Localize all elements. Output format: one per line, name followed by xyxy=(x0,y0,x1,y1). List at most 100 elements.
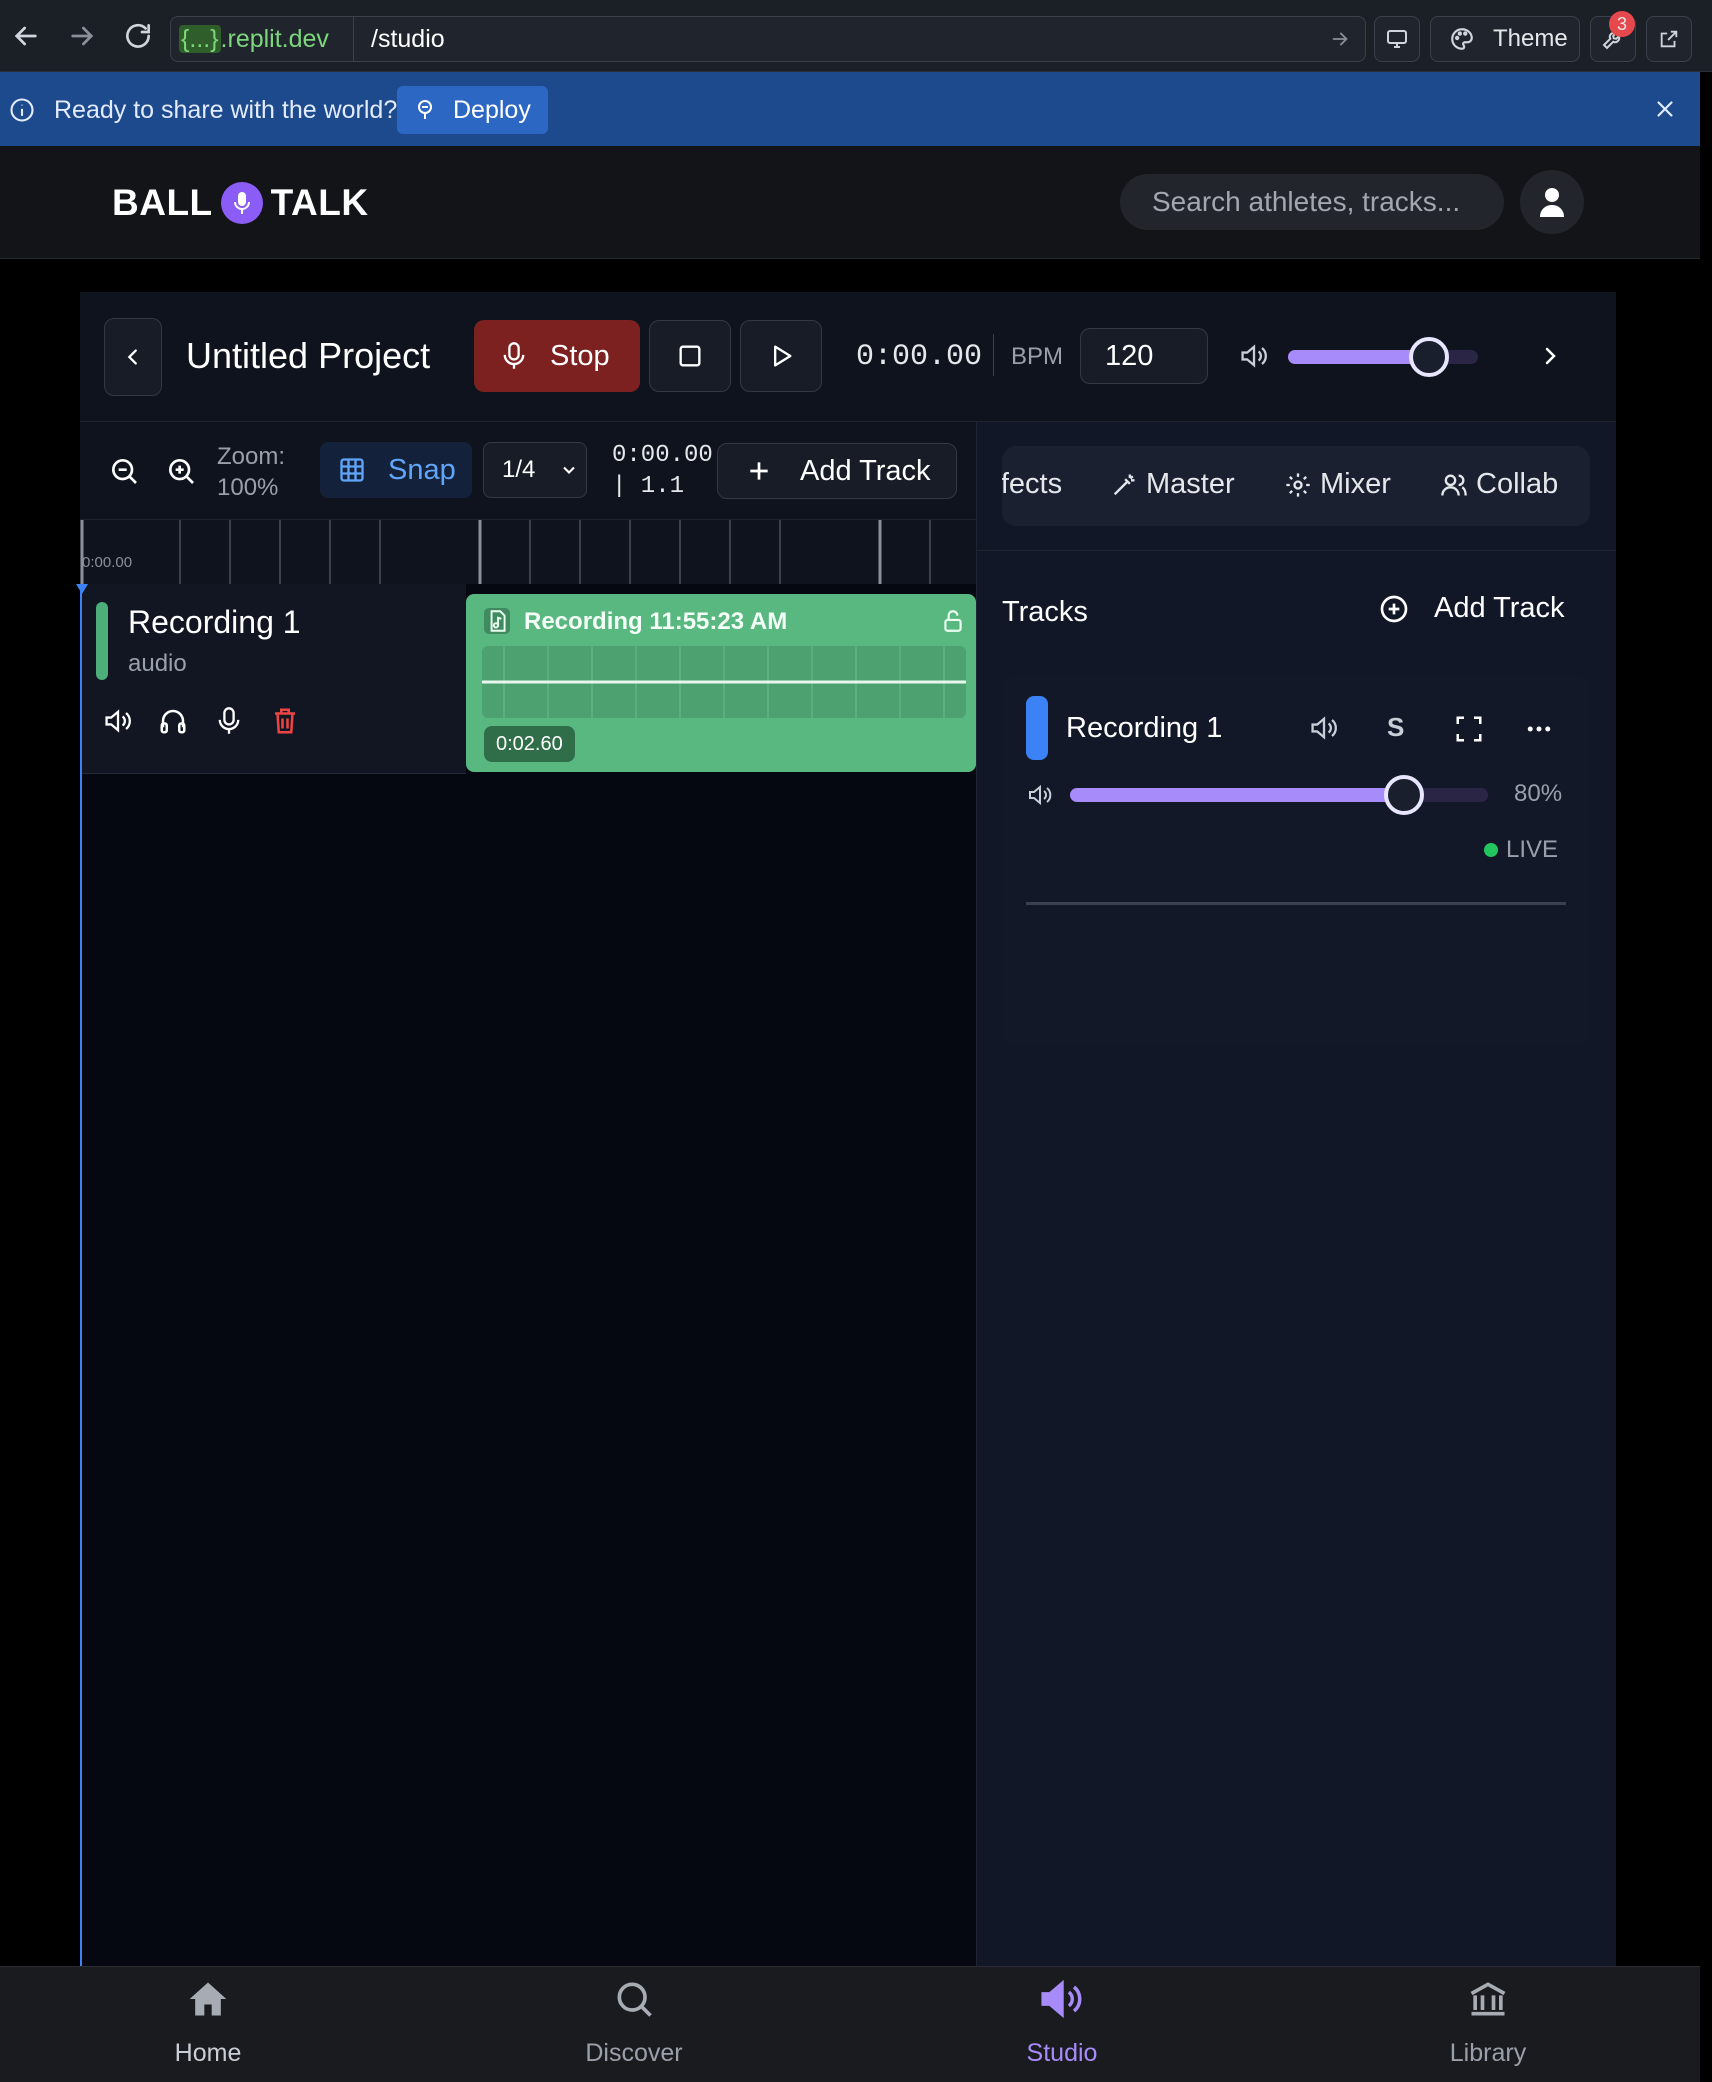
tab-mixer[interactable]: Mixer xyxy=(1284,468,1391,501)
logo-text-left: BALL xyxy=(112,182,213,223)
notification-badge: 3 xyxy=(1609,11,1635,37)
audio-clip[interactable]: Recording 11:55:23 AM 0:02.60 xyxy=(466,594,976,772)
more-icon[interactable] xyxy=(1524,714,1554,744)
nav-discover[interactable]: Discover xyxy=(554,1977,714,2077)
devices-button[interactable] xyxy=(1374,16,1420,62)
nav-library-label: Library xyxy=(1449,2039,1527,2067)
chevron-right-icon[interactable] xyxy=(1538,344,1562,368)
mixer-volume-icon xyxy=(1026,782,1054,808)
project-title[interactable]: Untitled Project xyxy=(186,335,430,377)
logo-text-right: TALK xyxy=(270,182,369,223)
level-meter xyxy=(1026,902,1566,905)
gear-icon xyxy=(1284,471,1312,499)
time-display: 0:00.00 xyxy=(856,340,983,374)
stop-recording-button[interactable]: Stop xyxy=(474,320,640,392)
bpm-input[interactable]: 120 xyxy=(1080,328,1208,384)
zoom-in-icon[interactable] xyxy=(165,455,197,487)
add-track-button[interactable]: Add Track xyxy=(717,443,957,499)
go-arrow-icon[interactable] xyxy=(1329,28,1351,50)
play-button[interactable] xyxy=(740,320,822,392)
address-bar[interactable]: {...}.replit.dev /studio xyxy=(170,16,1366,62)
deploy-label: Deploy xyxy=(453,95,531,124)
stop-button[interactable] xyxy=(649,320,731,392)
browser-toolbar: {...}.replit.dev /studio Theme 3 xyxy=(0,0,1712,72)
add-track-label: Add Track xyxy=(800,454,931,487)
unlock-icon[interactable] xyxy=(940,608,966,634)
stop-label: Stop xyxy=(550,339,610,372)
library-icon xyxy=(1466,1977,1510,2021)
playhead[interactable] xyxy=(76,584,88,2082)
tab-collab[interactable]: Collab xyxy=(1440,468,1558,501)
nav-discover-label: Discover xyxy=(585,2039,683,2067)
tracks-heading: Tracks xyxy=(1002,596,1088,628)
search-input[interactable]: Search athletes, tracks... xyxy=(1120,174,1504,230)
clip-title: Recording 11:55:23 AM xyxy=(524,608,788,635)
expand-icon[interactable] xyxy=(1454,714,1484,744)
side-panel xyxy=(976,422,1616,1966)
live-dot xyxy=(1484,843,1498,857)
record-arm-icon[interactable] xyxy=(214,706,244,736)
ruler-start-label: 0:00.00 xyxy=(82,554,133,571)
nav-studio[interactable]: Studio xyxy=(982,1977,1142,2077)
master-volume-slider[interactable] xyxy=(1288,337,1478,377)
position-time: 0:00.00 xyxy=(612,442,713,469)
nav-home[interactable]: Home xyxy=(128,1977,288,2077)
track-type: audio xyxy=(128,650,187,677)
home-icon xyxy=(186,1977,230,2021)
tab-effects[interactable]: Effects xyxy=(1002,468,1062,501)
back-button[interactable] xyxy=(104,318,162,396)
divider xyxy=(993,334,994,376)
mixer-track-color xyxy=(1026,696,1048,760)
trash-icon[interactable] xyxy=(270,706,300,736)
square-icon xyxy=(676,342,704,370)
mixer-volume-slider[interactable] xyxy=(1070,775,1488,815)
theme-button[interactable]: Theme xyxy=(1430,16,1580,62)
mixer-volume-thumb[interactable] xyxy=(1384,775,1424,815)
speaker-icon xyxy=(1038,1977,1086,2021)
close-icon[interactable] xyxy=(1652,96,1678,122)
headphones-icon[interactable] xyxy=(158,706,188,736)
tab-collab-label: Collab xyxy=(1476,468,1559,500)
track-name[interactable]: Recording 1 xyxy=(128,604,301,641)
waveform-grid xyxy=(482,646,966,718)
zoom-label: Zoom: xyxy=(217,443,286,470)
track-header: Recording 1 audio xyxy=(80,584,466,774)
info-icon xyxy=(8,96,36,124)
zoom-value: 100% xyxy=(217,474,279,501)
plus-circle-icon xyxy=(1378,593,1410,625)
deploy-icon xyxy=(413,98,437,122)
deploy-button[interactable]: Deploy xyxy=(397,86,548,134)
tab-master[interactable]: Master xyxy=(1110,468,1235,501)
solo-button[interactable]: S xyxy=(1387,712,1404,743)
back-arrow-icon[interactable] xyxy=(10,20,42,52)
tab-master-label: Master xyxy=(1146,468,1235,500)
mixer-mute-icon[interactable] xyxy=(1308,714,1340,742)
banner-message: Ready to share with the world? xyxy=(54,96,398,124)
reload-icon[interactable] xyxy=(122,20,154,52)
grid-division-select[interactable]: 1/4 xyxy=(483,442,587,498)
volume-icon xyxy=(1238,342,1270,370)
mixer-track-name[interactable]: Recording 1 xyxy=(1066,712,1222,745)
avatar[interactable] xyxy=(1520,170,1584,234)
grid-icon xyxy=(338,456,366,484)
mixer-track-card: Recording 1 S 80% LIVE xyxy=(1002,676,1590,1046)
tools-button[interactable]: 3 xyxy=(1590,11,1636,62)
timeline-ruler[interactable]: 0:00.00 xyxy=(80,520,976,584)
snap-label: Snap xyxy=(388,453,456,486)
nav-library[interactable]: Library xyxy=(1408,1977,1568,2077)
ruler-ticks xyxy=(80,520,931,584)
open-external-button[interactable] xyxy=(1646,16,1692,62)
waveform xyxy=(482,646,966,718)
zoom-out-icon[interactable] xyxy=(108,455,140,487)
timeline-area[interactable] xyxy=(80,584,976,1966)
logo[interactable]: BALL TALK xyxy=(112,182,369,224)
forward-arrow-icon[interactable] xyxy=(66,20,98,52)
snap-toggle[interactable]: Snap xyxy=(320,442,472,498)
panel-add-track-label: Add Track xyxy=(1434,592,1565,624)
panel-add-track-button[interactable]: Add Track xyxy=(1378,592,1565,625)
track-color-indicator xyxy=(96,602,108,680)
grid-division-value: 1/4 xyxy=(502,456,536,483)
mute-icon[interactable] xyxy=(102,706,134,736)
master-volume-thumb[interactable] xyxy=(1409,337,1449,377)
microphone-logo-icon xyxy=(220,182,263,224)
